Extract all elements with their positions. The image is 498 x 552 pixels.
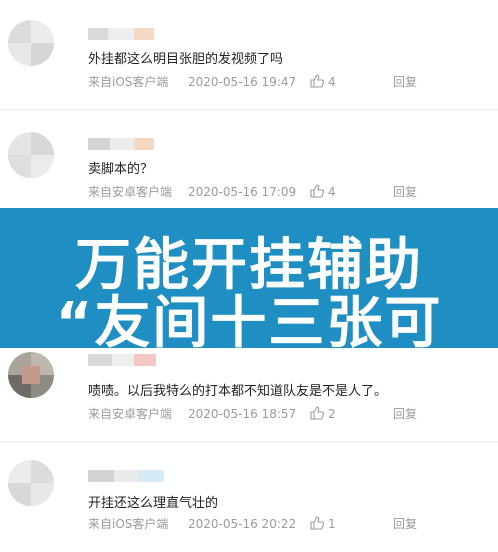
thumb-up-icon[interactable] [310, 406, 324, 422]
reply-button[interactable]: 回复 [393, 516, 417, 532]
comment-item: 卖脚本的？ 来自安卓客户端 2020-05-16 17:09 4 回复 [0, 110, 498, 208]
comment-item: 啧啧。以后我特么的打本都不知道队友是不是人了。 来自安卓客户端 2020-05-… [0, 348, 498, 442]
comment-time: 2020-05-16 17:09 [188, 185, 297, 199]
reply-button[interactable]: 回复 [393, 184, 417, 200]
comment-text: 啧啧。以后我特么的打本都不知道队友是不是人了。 [88, 384, 388, 399]
comment-item: 外挂都这么明目张胆的发视频了吗 来自iOS客户端 2020-05-16 19:4… [0, 0, 498, 110]
like-count: 4 [328, 185, 336, 199]
banner-title-line-2: “友间十三张可 [55, 291, 443, 356]
comment-text: 卖脚本的？ [88, 162, 154, 177]
avatar[interactable] [8, 20, 54, 66]
like-count: 4 [328, 75, 336, 89]
comment-source: 来自iOS客户端 [88, 517, 169, 531]
thumb-up-icon[interactable] [310, 74, 324, 90]
comment-time: 2020-05-16 18:57 [188, 407, 297, 421]
avatar[interactable] [8, 132, 54, 178]
comment-source: 来自iOS客户端 [88, 75, 169, 89]
reply-button[interactable]: 回复 [393, 74, 417, 90]
title-banner: 万能开挂辅助 “友间十三张可 [0, 208, 498, 356]
comment-time: 2020-05-16 19:47 [188, 75, 297, 89]
username-blurred[interactable] [88, 138, 154, 150]
username-blurred[interactable] [88, 28, 154, 40]
username-blurred[interactable] [88, 470, 164, 482]
avatar[interactable] [8, 460, 54, 506]
reply-button[interactable]: 回复 [393, 406, 417, 422]
username-blurred[interactable] [88, 354, 156, 366]
thumb-up-icon[interactable] [310, 516, 324, 532]
like-count: 2 [328, 407, 336, 421]
comment-time: 2020-05-16 20:22 [188, 517, 297, 531]
like-count: 1 [328, 517, 336, 531]
thumb-up-icon[interactable] [310, 184, 324, 200]
comment-source: 来自安卓客户端 [88, 185, 173, 199]
comment-text: 开挂还这么理直气壮的 [88, 496, 219, 511]
comment-source: 来自安卓客户端 [88, 407, 173, 421]
comment-item: 开挂还这么理直气壮的 来自iOS客户端 2020-05-16 20:22 1 回… [0, 442, 498, 552]
avatar[interactable] [8, 352, 54, 398]
comment-text: 外挂都这么明目张胆的发视频了吗 [88, 52, 284, 67]
